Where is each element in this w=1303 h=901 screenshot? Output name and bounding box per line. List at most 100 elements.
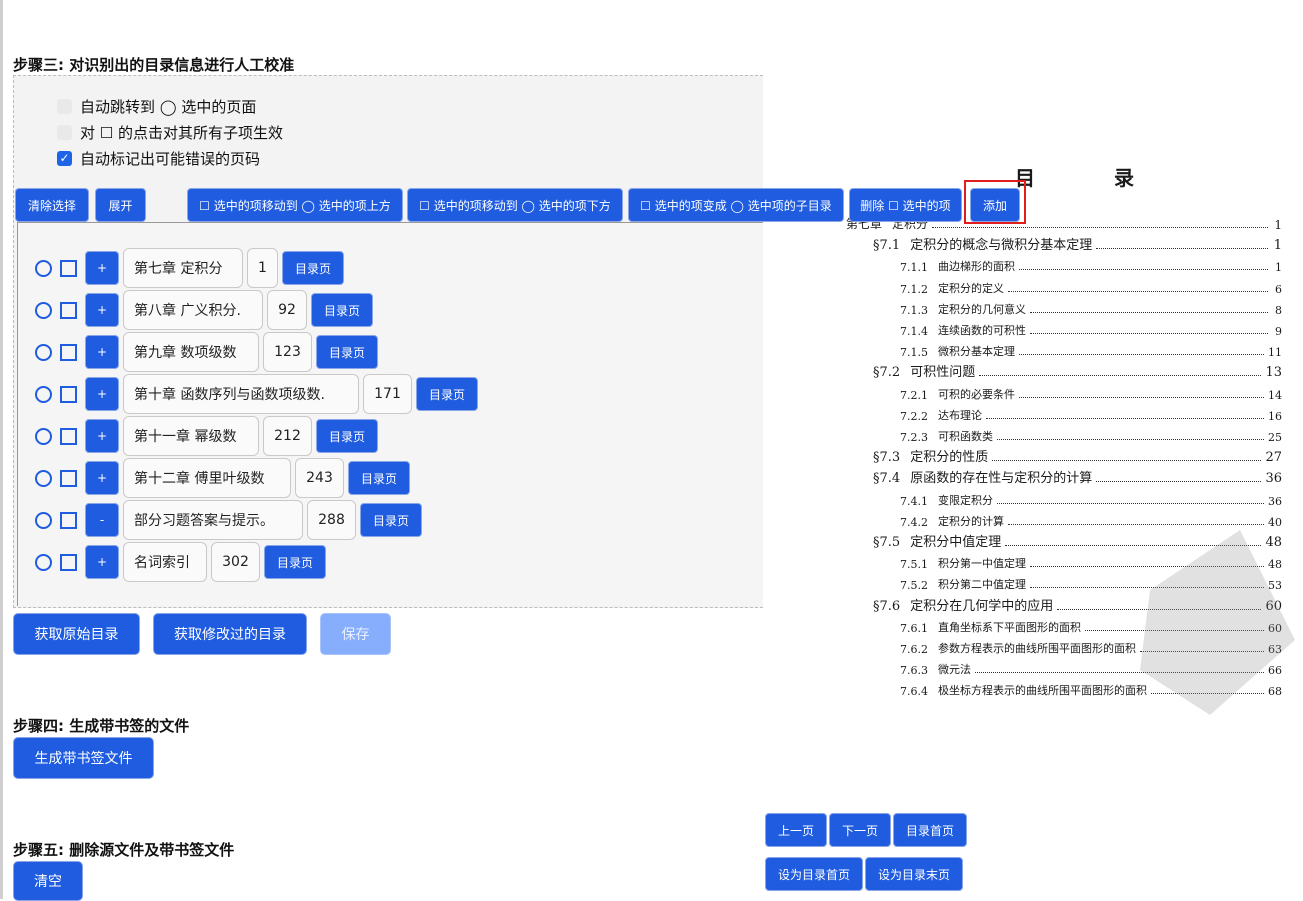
row-radio[interactable]: [35, 553, 52, 571]
scan-entry-text: 直角坐标系下平面图形的面积: [938, 620, 1081, 634]
expand-toggle[interactable]: +: [85, 335, 119, 369]
expand-toggle[interactable]: +: [85, 251, 119, 285]
row-checkbox[interactable]: [60, 511, 77, 529]
title-input[interactable]: 第九章 数项级数: [123, 332, 259, 372]
row-checkbox[interactable]: [60, 301, 77, 319]
row-radio[interactable]: [35, 301, 52, 319]
page-input[interactable]: 243: [295, 458, 344, 498]
scan-entry-number: 7.5.2: [900, 579, 928, 593]
title-input[interactable]: 第七章 定积分: [123, 248, 243, 288]
title-input[interactable]: 部分习题答案与提示。: [123, 500, 303, 540]
scan-entry-leader: [979, 375, 1262, 377]
toc-page-button[interactable]: 目录页: [311, 293, 373, 327]
get-original-toc-button[interactable]: 获取原始目录: [13, 613, 140, 655]
toc-page-button[interactable]: 目录页: [416, 377, 478, 411]
toc-page-button[interactable]: 目录页: [264, 545, 326, 579]
make-child-button[interactable]: ☐ 选中的项变成 ◯ 选中项的子目录: [628, 188, 844, 222]
expand-toggle[interactable]: +: [85, 293, 119, 327]
title-input[interactable]: 第十章 函数序列与函数项级数.: [123, 374, 359, 414]
option-mark-errors[interactable]: ✓ 自动标记出可能错误的页码: [57, 148, 260, 169]
scan-entry-page: 8: [1275, 303, 1282, 317]
scan-toc-line: 7.1.3 定积分的几何意义 8: [900, 296, 1282, 317]
page-input[interactable]: 1: [247, 248, 278, 288]
title-input[interactable]: 第十二章 傅里叶级数: [123, 458, 291, 498]
row-radio[interactable]: [35, 511, 52, 529]
page-input[interactable]: 171: [363, 374, 412, 414]
row-checkbox[interactable]: [60, 385, 77, 403]
scan-entry-number: §7.5: [873, 535, 901, 550]
toc-page-button[interactable]: 目录页: [282, 251, 344, 285]
toc-page-button[interactable]: 目录页: [316, 335, 378, 369]
scan-entry-number: 7.5.1: [900, 558, 928, 572]
prev-page-button[interactable]: 上一页: [765, 813, 827, 847]
page-input[interactable]: 92: [267, 290, 307, 330]
title-input[interactable]: 第十一章 幂级数: [123, 416, 259, 456]
toc-home-button[interactable]: 目录首页: [893, 813, 967, 847]
scan-entry-leader: [1096, 481, 1262, 483]
scan-entry-page: 14: [1268, 388, 1282, 402]
expand-toggle[interactable]: +: [85, 545, 119, 579]
toc-page-button[interactable]: 目录页: [348, 461, 410, 495]
row-checkbox[interactable]: [60, 259, 77, 277]
row-checkbox[interactable]: [60, 553, 77, 571]
set-toc-last-button[interactable]: 设为目录末页: [865, 857, 963, 891]
row-checkbox[interactable]: [60, 469, 77, 487]
set-toc-first-button[interactable]: 设为目录首页: [765, 857, 863, 891]
scan-toc-line: 7.2.3 可积函数类 25: [900, 423, 1282, 444]
clear-files-button[interactable]: 清空: [13, 861, 83, 901]
page-input[interactable]: 302: [211, 542, 260, 582]
move-above-button[interactable]: ☐ 选中的项移动到 ◯ 选中的项上方: [187, 188, 403, 222]
scan-entry-text: 原函数的存在性与定积分的计算: [910, 471, 1093, 487]
collapse-toggle[interactable]: -: [85, 503, 119, 537]
toc-page-button[interactable]: 目录页: [316, 419, 378, 453]
scan-entry-page: 16: [1268, 409, 1282, 423]
auto-jump-checkbox[interactable]: [57, 99, 72, 114]
apply-children-checkbox[interactable]: [57, 125, 72, 140]
scan-entry-leader: [1019, 396, 1264, 398]
mark-errors-checkbox[interactable]: ✓: [57, 151, 72, 166]
clear-selection-button[interactable]: 清除选择: [15, 188, 89, 222]
scan-entry-text: 曲边梯形的面积: [938, 260, 1015, 274]
expand-toggle[interactable]: +: [85, 419, 119, 453]
scan-entry-text: 定积分的计算: [938, 514, 1004, 528]
expand-toggle[interactable]: +: [85, 377, 119, 411]
title-input[interactable]: 名词索引: [123, 542, 207, 582]
watermark-stamp: [1140, 530, 1295, 715]
row-radio[interactable]: [35, 469, 52, 487]
move-below-button[interactable]: ☐ 选中的项移动到 ◯ 选中的项下方: [407, 188, 623, 222]
scan-entry-number: §7.3: [873, 450, 901, 466]
left-border: [0, 0, 3, 899]
expand-button[interactable]: 展开: [95, 188, 146, 222]
row-checkbox[interactable]: [60, 427, 77, 445]
page-input[interactable]: 212: [263, 416, 312, 456]
scan-entry-text: 定积分的性质: [910, 450, 989, 466]
save-button[interactable]: 保存: [320, 613, 391, 655]
row-radio[interactable]: [35, 385, 52, 403]
scan-entry-leader: [1019, 269, 1268, 271]
get-modified-toc-button[interactable]: 获取修改过的目录: [153, 613, 307, 655]
row-radio[interactable]: [35, 427, 52, 445]
scan-entry-page: 36: [1265, 471, 1282, 487]
scan-entry-text: 定积分在几何学中的应用: [910, 598, 1054, 614]
next-page-button[interactable]: 下一页: [829, 813, 891, 847]
generate-bookmark-file-button[interactable]: 生成带书签文件: [13, 737, 154, 779]
scan-entry-number: 7.1.5: [900, 346, 928, 360]
toc-page-button[interactable]: 目录页: [360, 503, 422, 537]
mark-errors-label: 自动标记出可能错误的页码: [80, 150, 261, 168]
scan-entry-page: 27: [1265, 450, 1282, 466]
option-auto-jump[interactable]: 自动跳转到 ◯ 选中的页面: [57, 96, 256, 117]
scan-entry-number: §7.6: [873, 598, 901, 614]
row-checkbox[interactable]: [60, 343, 77, 361]
expand-toggle[interactable]: +: [85, 461, 119, 495]
page-input[interactable]: 288: [307, 500, 356, 540]
delete-selected-button[interactable]: 删除 ☐ 选中的项: [849, 188, 962, 222]
scan-entry-page: 9: [1275, 325, 1282, 338]
row-radio[interactable]: [35, 343, 52, 361]
row-radio[interactable]: [35, 259, 52, 277]
title-input[interactable]: 第八章 广义积分.: [123, 290, 263, 330]
scan-entry-leader: [1030, 333, 1268, 334]
scan-toc-line: §7.2 可积性问题 13: [873, 359, 1282, 380]
scan-entry-leader: [1030, 311, 1268, 313]
option-apply-children[interactable]: 对 ☐ 的点击对其所有子项生效: [57, 122, 283, 143]
page-input[interactable]: 123: [263, 332, 312, 372]
